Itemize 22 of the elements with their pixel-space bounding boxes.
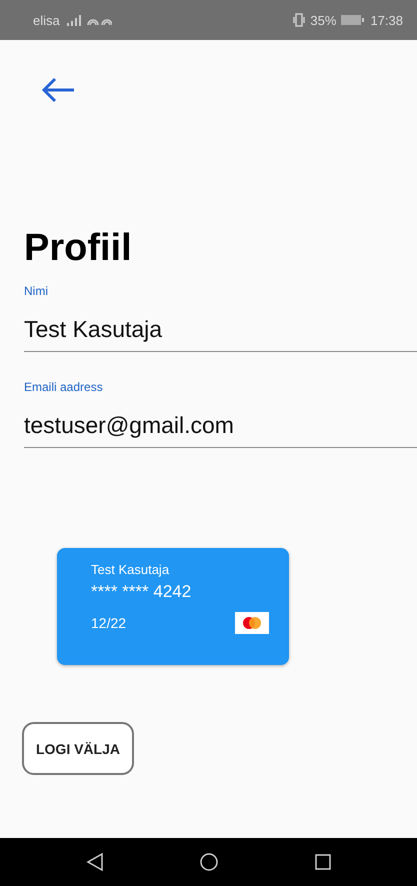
vibrate-icon [293, 13, 306, 27]
battery-percent: 35% [310, 12, 336, 28]
field-value: testuser@gmail.com [24, 412, 235, 439]
card-expiry: 12/22 [91, 615, 126, 631]
back-arrow-icon[interactable] [41, 77, 75, 103]
text-field[interactable]: Nimi Test Kasutaja [24, 284, 417, 352]
field-value: Test Kasutaja [24, 316, 164, 343]
clock-time: 17:38 [370, 12, 403, 28]
card-holder: Test Kasutaja [91, 562, 170, 577]
carrier-name: elisa [33, 12, 60, 28]
recent-apps-icon[interactable] [314, 853, 332, 871]
field-label: Emaili aadress [24, 380, 104, 394]
text-field[interactable]: Emaili aadress testuser@gmail.com [24, 380, 417, 448]
field-label: Nimi [24, 284, 49, 298]
card-brand-icon [235, 612, 269, 634]
back-icon[interactable] [86, 852, 104, 872]
battery-icon [341, 14, 366, 26]
card-number: **** **** 4242 [91, 582, 192, 602]
home-icon[interactable] [198, 852, 218, 872]
page-title: Profiil [24, 227, 132, 270]
logout-button[interactable]: LOGI VÄLJA [22, 722, 134, 775]
signal-icon [64, 14, 81, 26]
